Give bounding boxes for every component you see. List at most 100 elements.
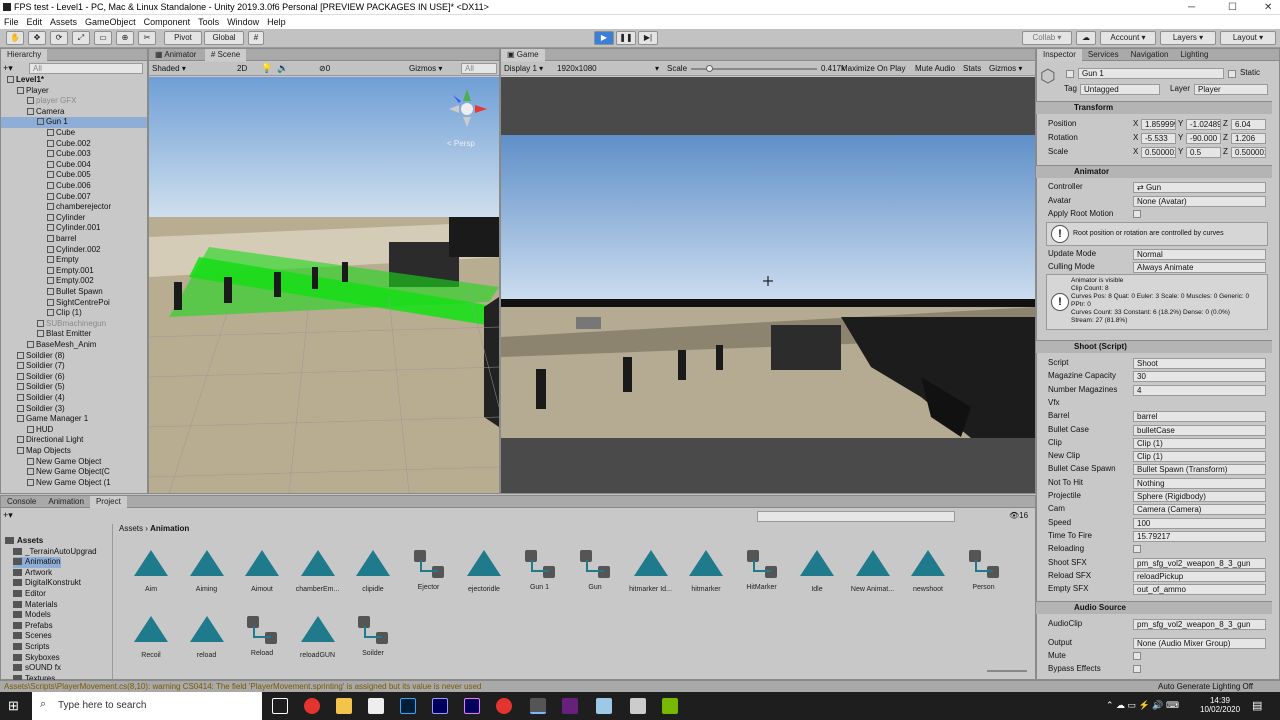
hierarchy-item[interactable]: Camera (27, 107, 64, 118)
asset-item[interactable]: reload (179, 614, 235, 664)
cloud-icon[interactable]: ☁ (1076, 31, 1096, 45)
hierarchy-item[interactable]: Level1* (7, 75, 44, 86)
chrome-2-icon[interactable] (496, 698, 512, 714)
audio-bypass-effects-checkbox[interactable] (1133, 665, 1141, 673)
asset-item[interactable]: Idle (789, 548, 845, 598)
hierarchy-item[interactable]: Cube.003 (47, 149, 91, 160)
asset-item[interactable]: newshoot (900, 548, 956, 598)
project-search-input[interactable] (757, 511, 955, 522)
scene-gizmos-dropdown[interactable]: Gizmos ▾ (409, 64, 442, 73)
folder-item[interactable]: sOUND fx (13, 663, 61, 674)
account-dropdown[interactable]: Account ▾ (1100, 31, 1156, 45)
maximize-on-play-toggle[interactable]: Maximize On Play (841, 64, 905, 73)
asset-item[interactable]: Aiming (179, 548, 235, 598)
hierarchy-item[interactable]: Blast Emitter (37, 329, 91, 340)
hierarchy-item[interactable]: Empty.001 (47, 266, 94, 277)
tab-project[interactable]: Project (89, 496, 127, 508)
x-field[interactable]: -5.533 (1141, 133, 1176, 144)
hierarchy-item[interactable]: barrel (47, 234, 76, 245)
rect-tool-button[interactable]: ▭ (94, 31, 112, 45)
hierarchy-item[interactable]: Clip (1) (47, 308, 82, 319)
asset-item[interactable]: Reload (234, 614, 290, 664)
shoot-number-magazines-field[interactable]: 4 (1133, 384, 1266, 396)
visual-studio-icon[interactable] (562, 698, 578, 714)
object-name-field[interactable]: Gun 1 (1078, 68, 1224, 79)
windows-start-icon[interactable]: ⊞ (8, 699, 22, 713)
hierarchy-item[interactable]: Cube.005 (47, 170, 91, 181)
y-field[interactable]: -1.02489 (1186, 119, 1221, 130)
asset-item[interactable]: chamberEm... (290, 548, 346, 598)
scene-orientation-gizmo[interactable] (445, 87, 489, 131)
transform-tool-button[interactable]: ⊕ (116, 31, 134, 45)
hierarchy-item[interactable]: Map Objects (17, 446, 71, 457)
z-field[interactable]: 1.206 (1231, 133, 1266, 144)
culling-mode-dropdown[interactable]: Always Animate (1133, 262, 1266, 273)
folder-item[interactable]: Models (13, 610, 51, 621)
pivot-toggle[interactable]: Pivot (164, 31, 202, 45)
mail-icon[interactable] (368, 698, 384, 714)
breadcrumb-assets[interactable]: Assets (119, 524, 143, 533)
pause-button[interactable]: ❚❚ (616, 31, 636, 45)
hierarchy-item[interactable]: Player (17, 86, 49, 97)
scene-viewport[interactable]: < Persp (149, 77, 499, 493)
x-field[interactable]: 1.859999 (1141, 119, 1176, 130)
menu-item-edit[interactable]: Edit (27, 17, 43, 27)
hierarchy-item[interactable]: Bullet Spawn (47, 287, 103, 298)
shoot-clip-field[interactable]: Clip (1) (1133, 437, 1266, 449)
menu-item-assets[interactable]: Assets (50, 17, 77, 27)
shoot-magazine-capacity-field[interactable]: 30 (1133, 371, 1266, 383)
hierarchy-item[interactable]: Cube (47, 128, 75, 139)
premiere-icon[interactable] (464, 698, 480, 714)
rotate-tool-button[interactable]: ⟳ (50, 31, 68, 45)
hierarchy-item[interactable]: Cube.006 (47, 181, 91, 192)
asset-item[interactable]: clipidle (345, 548, 401, 598)
tab-animation[interactable]: Animation (42, 496, 90, 508)
photoshop-icon[interactable] (400, 698, 416, 714)
clock[interactable]: 14:39 10/02/2020 (1200, 696, 1240, 714)
hierarchy-item[interactable]: chamberejector (47, 202, 111, 213)
notification-icon[interactable]: ▤ (1252, 699, 1262, 712)
project-create-button[interactable]: +▾ (3, 510, 13, 521)
fx-toggle[interactable]: ⊘0 (319, 64, 330, 73)
create-plus-button[interactable]: +▾ (3, 63, 15, 73)
asset-item[interactable]: hitmarker (678, 548, 734, 598)
scene-search-input[interactable]: All (461, 63, 497, 74)
grid-snap-button[interactable]: # (248, 31, 264, 45)
tab-console[interactable]: Console (1, 496, 42, 508)
after-effects-icon[interactable] (432, 698, 448, 714)
hierarchy-item[interactable]: Empty.002 (47, 276, 94, 287)
play-button[interactable]: ▶ (594, 31, 614, 45)
audio-output-field[interactable]: None (Audio Mixer Group) (1133, 638, 1266, 649)
app-icon[interactable] (596, 698, 612, 714)
audio-audioclip-field[interactable]: pm_sfg_vol2_weapon_8_3_gun (1133, 619, 1266, 630)
active-checkbox[interactable] (1066, 70, 1074, 78)
avatar-field[interactable]: None (Avatar) (1133, 196, 1266, 207)
game-viewport[interactable] (501, 77, 1035, 493)
mute-audio-toggle[interactable]: Mute Audio (915, 64, 955, 73)
game-gizmos-dropdown[interactable]: Gizmos ▾ (989, 64, 1022, 73)
shoot-script-header[interactable]: Shoot (Script) (1036, 340, 1272, 353)
hierarchy-item[interactable]: Cube.002 (47, 139, 91, 150)
resolution-dropdown-arrow[interactable]: ▾ (655, 64, 659, 73)
menu-item-gameobject[interactable]: GameObject (85, 17, 136, 27)
shoot-shoot-sfx-field[interactable]: pm_sfg_vol2_weapon_8_3_gun (1133, 557, 1266, 569)
shoot-not-to-hit-field[interactable]: Nothing (1133, 477, 1266, 489)
z-field[interactable]: 6.04 (1231, 119, 1266, 130)
animator-header[interactable]: Animator (1036, 165, 1272, 178)
asset-item[interactable]: Recoil (123, 614, 179, 664)
global-toggle[interactable]: Global (204, 31, 244, 45)
hierarchy-item[interactable]: Soildier (5) (17, 382, 65, 393)
menu-item-window[interactable]: Window (227, 17, 259, 27)
tray-icons[interactable]: ⌃ ☁ ▭ ⚡ 🔊 ⌨ (1106, 700, 1179, 711)
tab-lighting[interactable]: Lighting (1174, 49, 1214, 61)
asset-item[interactable]: Person (956, 548, 1012, 598)
y-field[interactable]: -90.000 (1186, 133, 1221, 144)
asset-item[interactable]: HitMarker (734, 548, 790, 598)
z-field[interactable]: 0.500001 (1231, 147, 1266, 158)
stats-toggle[interactable]: Stats (963, 64, 981, 73)
minimize-button[interactable]: ─ (1188, 2, 1195, 13)
shoot-bullet-case-field[interactable]: bulletCase (1133, 424, 1266, 436)
hierarchy-item[interactable]: New Game Object (1 (27, 478, 111, 489)
layers-dropdown[interactable]: Layers ▾ (1160, 31, 1216, 45)
lighting-status[interactable]: Auto Generate Lighting Off (1158, 682, 1253, 691)
